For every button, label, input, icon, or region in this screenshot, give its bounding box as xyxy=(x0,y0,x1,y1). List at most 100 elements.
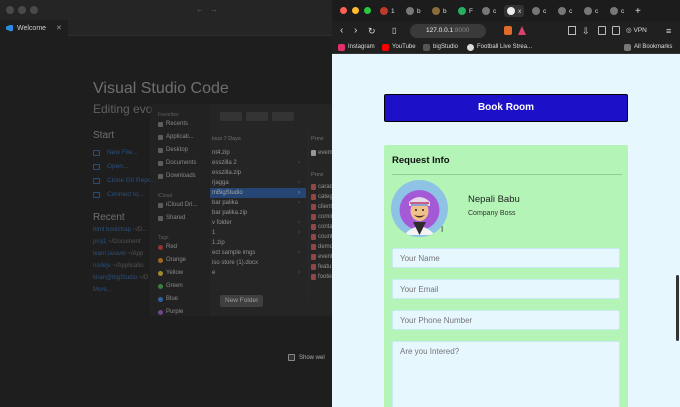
phone-field[interactable] xyxy=(392,310,620,330)
checkbox-box[interactable] xyxy=(288,354,295,361)
connect-to-link[interactable]: Connect to... xyxy=(107,191,144,198)
start-heading: Start xyxy=(93,130,115,141)
tag-purple[interactable]: Purple xyxy=(158,309,183,315)
tab-welcome[interactable]: Welcome ✕ xyxy=(0,20,68,36)
more-recent-link[interactable]: More... xyxy=(93,287,112,293)
show-welcome-checkbox[interactable]: Show wel xyxy=(288,354,325,361)
browser-tab[interactable]: c xyxy=(584,5,598,17)
extensions-icon[interactable] xyxy=(612,26,620,35)
file-item[interactable]: categ xyxy=(311,192,332,202)
group-button[interactable] xyxy=(272,112,294,121)
name-field[interactable] xyxy=(392,248,620,268)
brave-shield-icon[interactable] xyxy=(504,26,512,35)
bookmark-bigstudio[interactable]: bigStudio xyxy=(423,42,458,52)
page-scrollbar[interactable] xyxy=(676,275,679,341)
new-folder-button[interactable]: New Folder xyxy=(220,295,264,307)
file-item[interactable]: comin xyxy=(311,212,332,222)
tag-green[interactable]: Green xyxy=(158,283,183,289)
download-icon[interactable]: ⇩ xyxy=(582,24,590,38)
bookmark-youtube[interactable]: YouTube xyxy=(382,42,416,52)
file-item[interactable]: bar palika.zip xyxy=(210,208,306,218)
rewards-icon[interactable] xyxy=(518,26,526,35)
recent-item[interactable]: learn.laravel ~/App xyxy=(93,251,143,257)
sidebar-item-applications[interactable]: Applicati... xyxy=(158,134,194,140)
back-forward-buttons[interactable] xyxy=(220,112,242,121)
sidebar-item-downloads[interactable]: Downloads xyxy=(158,173,196,179)
open-link[interactable]: Open... xyxy=(107,163,128,170)
browser-tab[interactable]: c xyxy=(532,5,546,17)
back-arrow-icon[interactable]: ‹ xyxy=(340,24,343,38)
sidebar-item-documents[interactable]: Documents xyxy=(158,160,196,166)
recent-item[interactable]: proj1 ~/Document xyxy=(93,239,141,245)
browser-tab[interactable]: b xyxy=(432,5,447,17)
folder-item-selected[interactable]: mBigStudio › xyxy=(210,188,306,198)
folder-item[interactable]: ect sample imgs › xyxy=(210,248,306,258)
new-file-link[interactable]: New File... xyxy=(107,149,138,156)
file-item[interactable]: iso store (1).docx xyxy=(210,258,306,268)
sidebar-item-icloud-drive[interactable]: iCloud Dri... xyxy=(158,202,197,208)
book-room-button[interactable]: Book Room xyxy=(384,94,628,122)
menu-icon[interactable]: ≡ xyxy=(666,24,671,38)
file-item[interactable]: demo xyxy=(311,242,332,252)
file-item[interactable]: evem xyxy=(311,148,332,158)
email-field[interactable] xyxy=(392,279,620,299)
browser-tab[interactable]: c xyxy=(558,5,572,17)
new-tab-button[interactable]: + xyxy=(635,5,641,17)
wallet-icon[interactable] xyxy=(598,26,606,35)
vpn-button[interactable]: ◎ VPN xyxy=(626,24,647,38)
finder-toolbar xyxy=(210,104,332,126)
recent-item[interactable]: nodejs ~/Applicatio xyxy=(93,263,144,269)
file-item[interactable]: conta xyxy=(311,222,332,232)
file-item[interactable]: nt4.zip xyxy=(210,148,306,158)
close-window-button[interactable] xyxy=(6,6,14,14)
file-item[interactable]: esszilla.zip xyxy=(210,168,306,178)
folder-item[interactable]: rjagga › xyxy=(210,178,306,188)
browser-tab[interactable]: c xyxy=(610,5,624,17)
bookmark-icon[interactable]: ▯ xyxy=(392,24,396,38)
column-heading: Previ xyxy=(311,136,324,142)
forward-arrow-icon[interactable]: → xyxy=(210,5,218,14)
file-item[interactable]: count xyxy=(311,232,332,242)
folder-item[interactable]: 1 › xyxy=(210,228,306,238)
sidebar-toggle-icon[interactable] xyxy=(568,26,576,35)
file-item[interactable]: carac xyxy=(311,182,332,192)
browser-tab[interactable]: F xyxy=(458,5,473,17)
zoom-window-button[interactable] xyxy=(364,7,371,14)
browser-tab[interactable]: 1 xyxy=(380,5,395,17)
view-mode-button[interactable] xyxy=(246,112,268,121)
folder-item[interactable]: v folder › xyxy=(210,218,306,228)
close-icon[interactable]: ✕ xyxy=(56,24,62,32)
sidebar-item-recents[interactable]: Recents xyxy=(158,121,188,127)
tag-blue[interactable]: Blue xyxy=(158,296,178,302)
minimize-window-button[interactable] xyxy=(352,7,359,14)
zoom-window-button[interactable] xyxy=(30,6,38,14)
folder-item[interactable]: esszilla 2 › xyxy=(210,158,306,168)
minimize-window-button[interactable] xyxy=(18,6,26,14)
file-item[interactable]: footer xyxy=(311,272,332,282)
recent-item[interactable]: kiran@bigStudio ~/D xyxy=(93,275,148,281)
recent-item[interactable]: html bootstrap ~/D... xyxy=(93,227,147,233)
back-arrow-icon[interactable]: ← xyxy=(196,5,204,14)
browser-tab[interactable]: b xyxy=(406,5,421,17)
reload-icon[interactable]: ↻ xyxy=(368,24,376,38)
browser-tab[interactable]: c xyxy=(482,5,496,17)
browser-tab-active[interactable]: x xyxy=(504,5,525,17)
all-bookmarks[interactable]: All Bookmarks xyxy=(624,42,672,52)
folder-item[interactable]: bar palika › xyxy=(210,198,306,208)
sidebar-item-desktop[interactable]: Desktop xyxy=(158,147,188,153)
tag-orange[interactable]: Orange xyxy=(158,257,186,263)
file-item[interactable]: featu xyxy=(311,262,331,272)
tag-red[interactable]: Red xyxy=(158,244,177,250)
sidebar-item-shared[interactable]: Shared xyxy=(158,215,185,221)
file-item[interactable]: client xyxy=(311,202,332,212)
tag-yellow[interactable]: Yellow xyxy=(158,270,183,276)
interest-field[interactable] xyxy=(392,341,620,407)
folder-item[interactable]: e › xyxy=(210,268,306,278)
bookmark-football[interactable]: Football Live Strea... xyxy=(467,42,532,52)
file-item[interactable]: event xyxy=(311,252,332,262)
address-bar[interactable]: 127.0.0.1:8000 xyxy=(410,24,486,38)
bookmark-instagram[interactable]: Instagram xyxy=(338,42,375,52)
close-window-button[interactable] xyxy=(340,7,347,14)
file-item[interactable]: 1.zip xyxy=(210,238,306,248)
forward-arrow-icon[interactable]: › xyxy=(354,24,357,38)
